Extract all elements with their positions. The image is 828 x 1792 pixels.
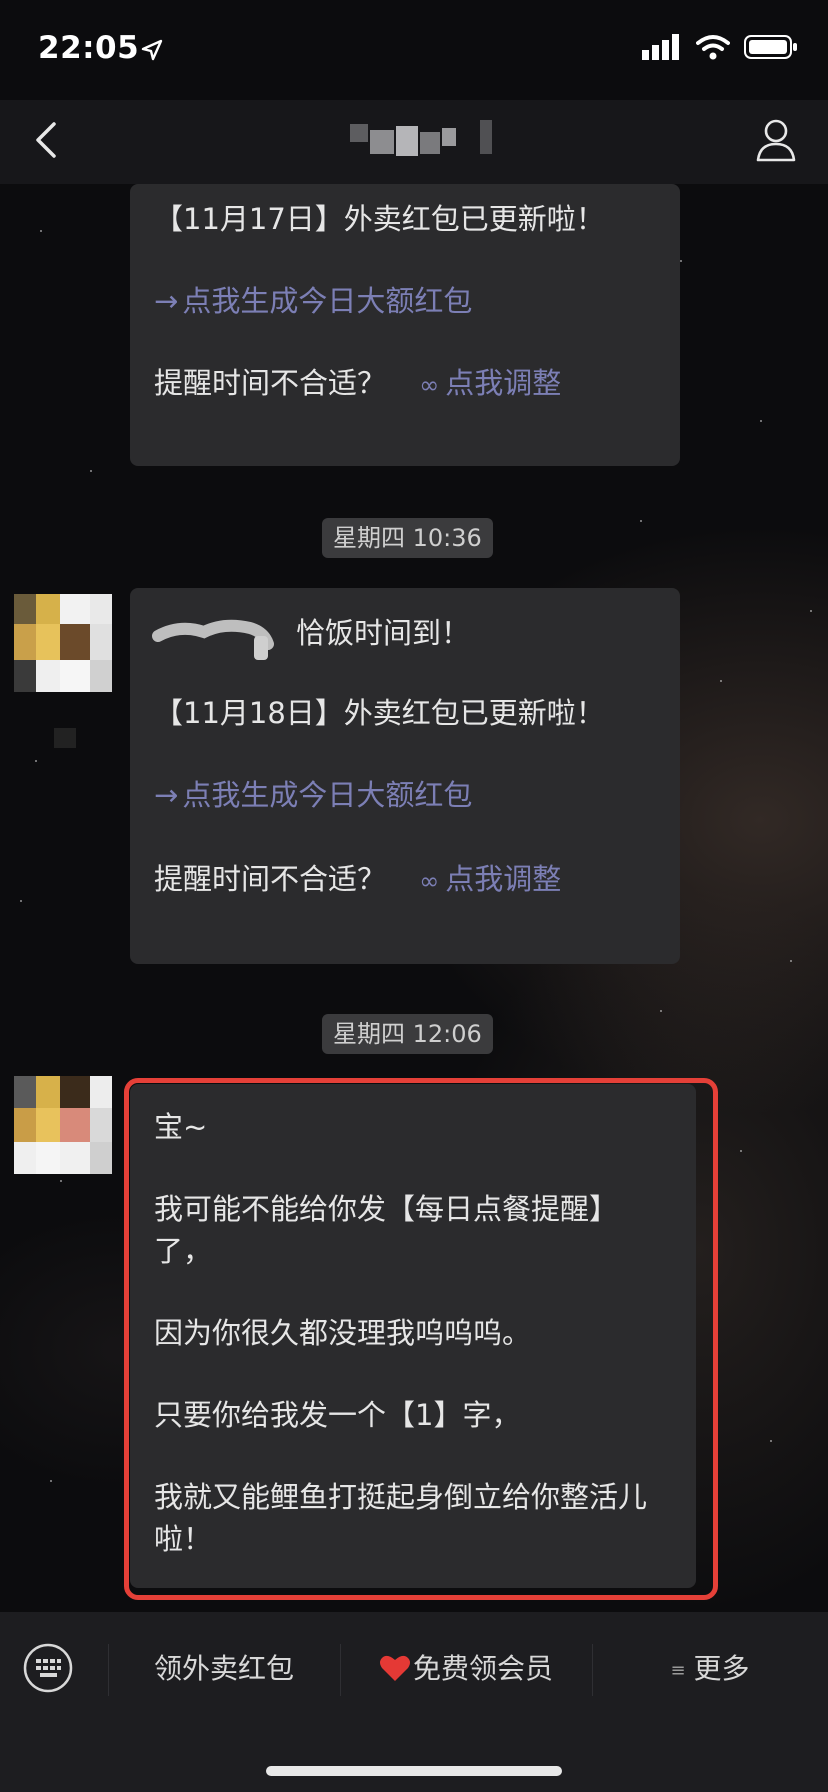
message-date-line: 【11月18日】外卖红包已更新啦！ (154, 696, 605, 730)
user-icon[interactable] (754, 116, 798, 164)
status-time: 22:05 (38, 30, 140, 66)
keyboard-icon[interactable] (22, 1642, 74, 1694)
menu-item-label: 免费领会员 (412, 1652, 553, 1685)
menu-item-label: 更多 (693, 1652, 750, 1685)
arrow-right-icon: → (154, 284, 179, 318)
menu-item-more[interactable]: ≡ 更多 (592, 1632, 828, 1706)
battery-icon (744, 35, 797, 59)
highlight-frame (124, 1078, 718, 1600)
timestamp: 星期四 10:36 (322, 518, 493, 558)
avatar[interactable] (14, 1076, 112, 1174)
menu-item-red-packet[interactable]: 领外卖红包 (108, 1632, 340, 1706)
reminder-question: 提醒时间不合适？ (154, 862, 387, 896)
arrow-right-icon: → (154, 778, 179, 812)
message-bubble-2: 恰饭时间到！ 【11月18日】外卖红包已更新啦！ → 点我生成今日大额红包 提醒时… (130, 588, 680, 964)
contact-name-pixelated (340, 118, 500, 162)
heart-icon (379, 1655, 410, 1681)
adjust-link[interactable]: ∞ 点我调整 (419, 862, 561, 896)
reminder-row: 提醒时间不合适？ ∞ 点我调整 (154, 362, 561, 406)
link-icon: ∞ (419, 371, 440, 399)
wifi-icon (696, 35, 730, 60)
avatar[interactable] (14, 594, 112, 748)
menu-item-free-membership[interactable]: 免费领会员 (340, 1632, 592, 1706)
sticker-emoji-icon (152, 619, 274, 660)
red-packet-link[interactable]: → 点我生成今日大额红包 (154, 280, 472, 322)
bottom-menu-bar: 领外卖红包 免费领会员 ≡ 更多 (0, 1612, 828, 1792)
menu-lines-icon: ≡ (670, 1660, 686, 1681)
reminder-question: 提醒时间不合适？ (154, 366, 387, 400)
red-packet-link[interactable]: → 点我生成今日大额红包 (154, 774, 472, 816)
status-bar: 22:05 (0, 0, 828, 100)
home-indicator[interactable] (266, 1766, 562, 1776)
link-icon: ∞ (419, 867, 440, 895)
message-date-line: 【11月17日】外卖红包已更新啦！ (154, 202, 605, 236)
nav-bar (0, 100, 828, 184)
reminder-row: 提醒时间不合适？ ∞ 点我调整 (154, 858, 561, 902)
message-bubble-1: 【11月17日】外卖红包已更新啦！ → 点我生成今日大额红包 提醒时间不合适？ ∞… (130, 184, 680, 466)
chevron-left-icon[interactable] (26, 118, 70, 162)
adjust-link[interactable]: ∞ 点我调整 (419, 366, 561, 400)
location-arrow-icon (141, 39, 163, 61)
cellular-signal-icon (642, 34, 679, 60)
greeting-text: 恰饭时间到！ (296, 616, 471, 650)
timestamp: 星期四 12:06 (322, 1014, 493, 1054)
